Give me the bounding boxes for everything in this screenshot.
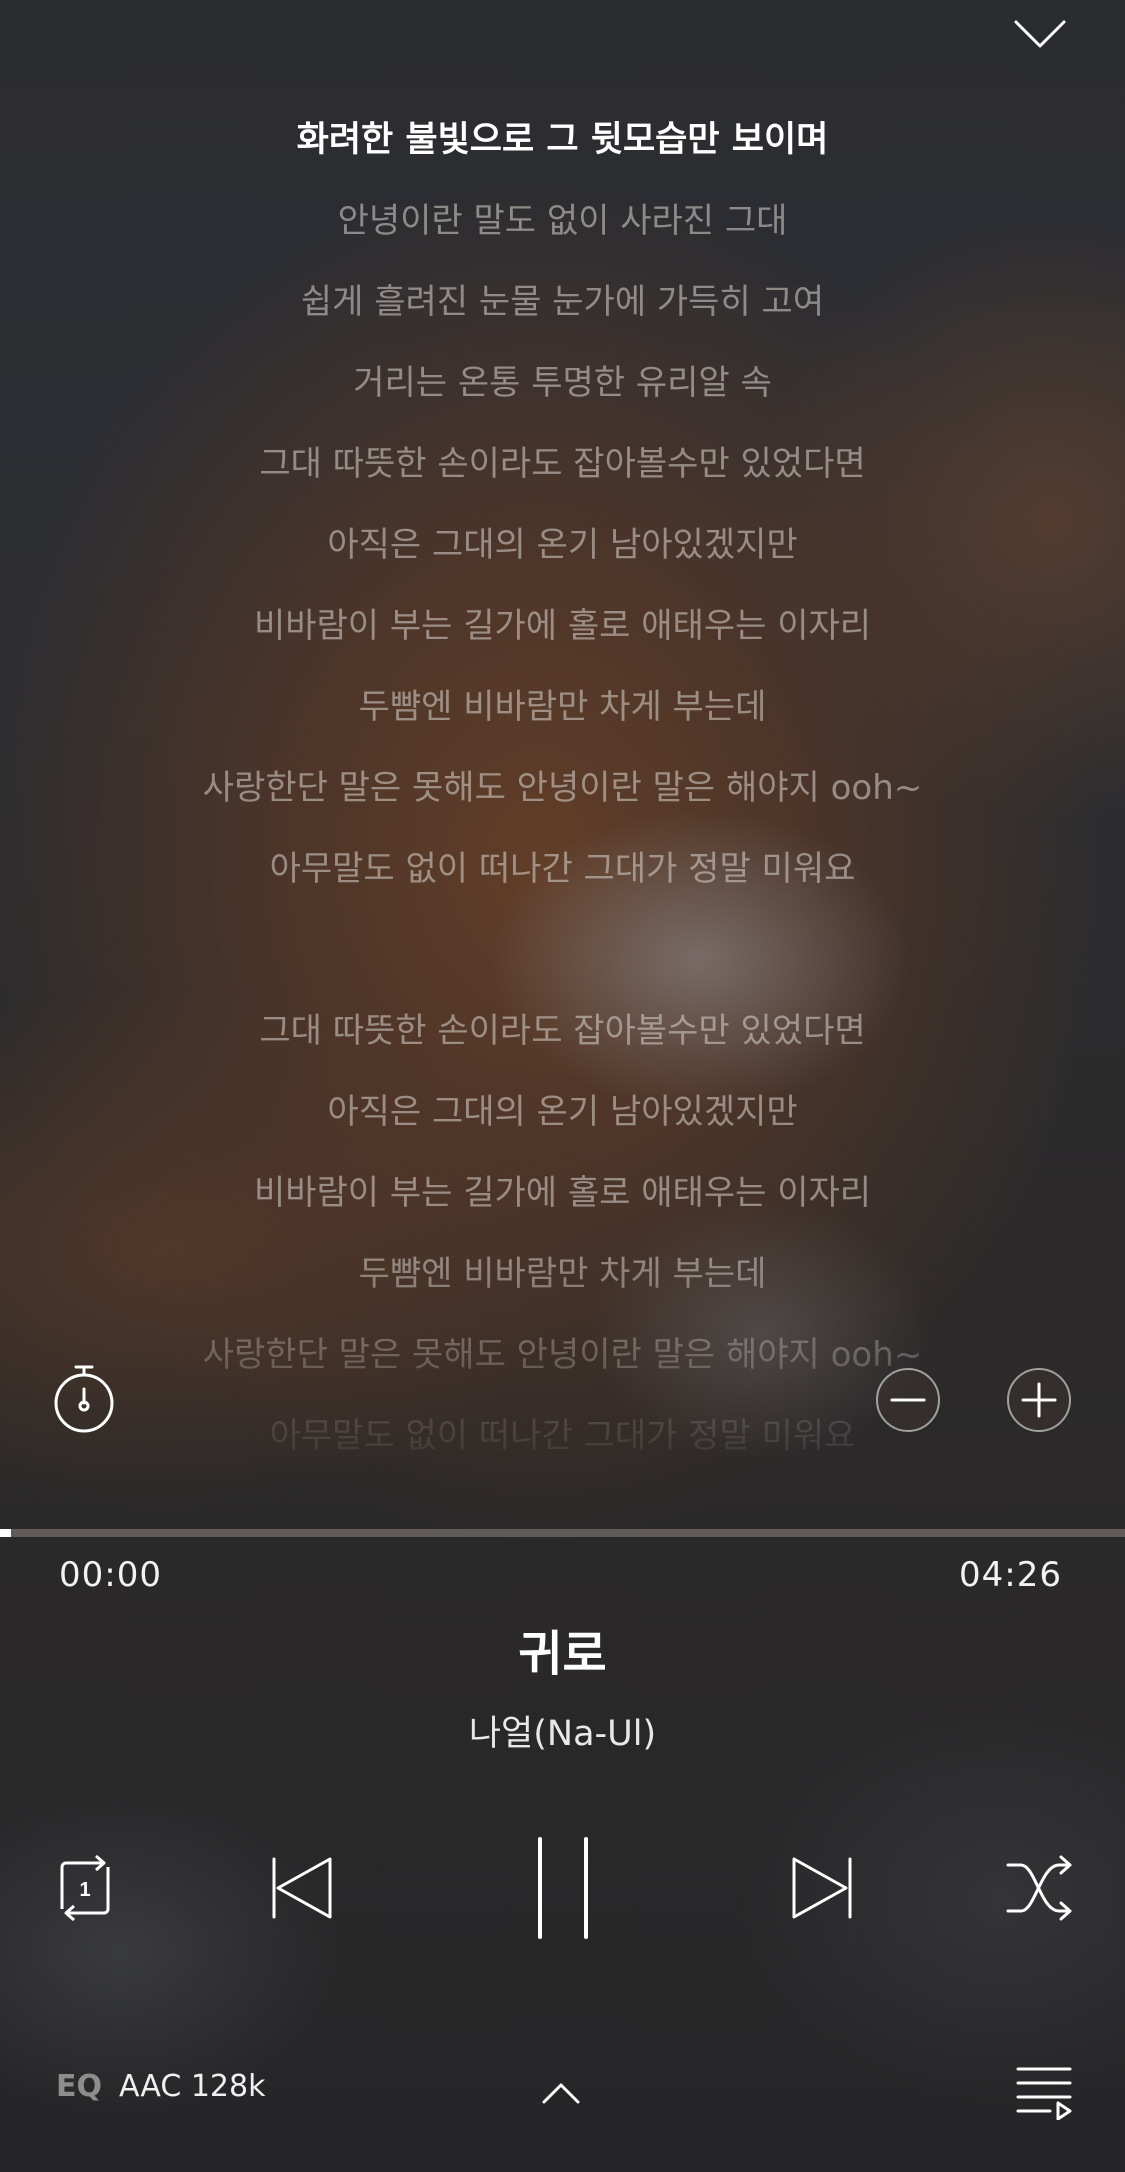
chevron-up-icon[interactable] [540,2080,582,2106]
lyric-line[interactable]: 두뺨엔 비바람만 차게 부는데 [0,667,1125,748]
lyrics-view[interactable]: 화려한 불빛으로 그 뒷모습만 보이며 안녕이란 말도 없이 사라진 그대 쉽게 흘… [0,100,1125,1500]
lyric-line[interactable]: 안녕이란 말도 없이 사라진 그대 [0,181,1125,262]
lyric-line[interactable] [0,910,1125,991]
stopwatch-icon[interactable] [52,1362,116,1434]
plus-circle-icon[interactable] [1005,1366,1073,1434]
total-duration: 04:26 [959,1555,1062,1595]
minus-circle-icon[interactable] [874,1366,942,1434]
pause-icon[interactable] [530,1836,596,1940]
skip-next-icon[interactable] [788,1855,856,1921]
lyric-line[interactable]: 비바람이 부는 길가에 홀로 애태우는 이자리 [0,586,1125,667]
artist-name[interactable]: 나얼(Na-Ul) [0,1705,1125,1756]
repeat-mode-badge: 1 [79,1879,90,1901]
lyric-line[interactable]: 사랑한단 말은 못해도 안녕이란 말은 해야지 ooh~ [0,1315,1125,1396]
lyric-line[interactable]: 아무말도 없이 떠나간 그대가 정말 미워요 [0,829,1125,910]
lyric-line[interactable]: 사랑한단 말은 못해도 안녕이란 말은 해야지 ooh~ [0,748,1125,829]
codec-label: AAC 128k [119,2069,266,2104]
chevron-down-icon[interactable] [1010,14,1070,54]
lyric-line[interactable]: 비바람이 부는 길가에 홀로 애태우는 이자리 [0,1153,1125,1234]
song-title: 귀로 [518,1626,607,1682]
progress-slider[interactable] [0,1529,1125,1537]
skip-previous-icon[interactable] [268,1855,336,1921]
lyric-line[interactable]: 쉽게 흘려진 눈물 눈가에 가득히 고여 [0,262,1125,343]
elapsed-time: 00:00 [59,1555,162,1595]
repeat-one-icon[interactable]: 1 [52,1853,118,1923]
shuffle-icon[interactable] [1005,1855,1075,1921]
progress-fill [0,1529,12,1537]
lyric-line[interactable]: 아무말도 없이 떠나간 그대가 정말 미워요 [0,1396,1125,1477]
lyric-line[interactable]: 아직은 그대의 온기 남아있겠지만 [0,505,1125,586]
lyric-line[interactable]: 아직은 그대의 온기 남아있겠지만 [0,1072,1125,1153]
playlist-icon[interactable] [1014,2064,1074,2120]
lyric-line-current[interactable]: 화려한 불빛으로 그 뒷모습만 보이며 [0,100,1125,181]
lyric-line[interactable]: 그대 따뜻한 손이라도 잡아볼수만 있었다면 [0,424,1125,505]
lyric-line[interactable]: 그대 따뜻한 손이라도 잡아볼수만 있었다면 [0,991,1125,1072]
lyric-line[interactable]: 거리는 온통 투명한 유리알 속 [0,343,1125,424]
eq-button[interactable]: EQ [56,2069,102,2104]
lyric-line[interactable]: 두뺨엔 비바람만 차게 부는데 [0,1234,1125,1315]
